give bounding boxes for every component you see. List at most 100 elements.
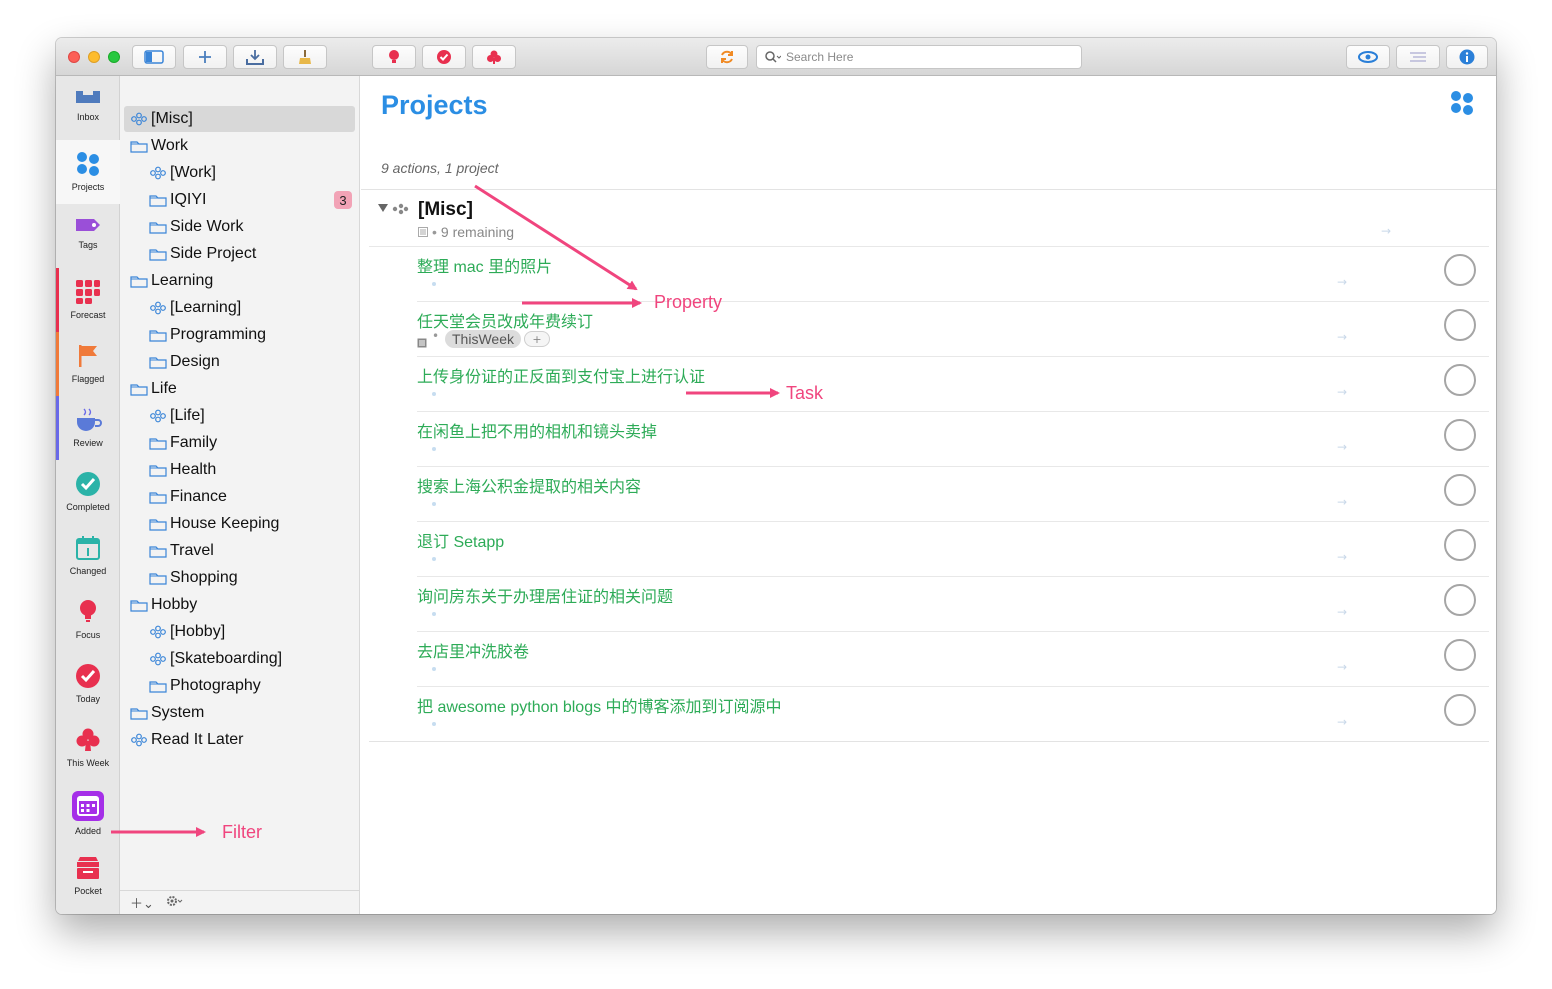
perspective-this-week[interactable]: This Week [56, 716, 120, 780]
outline-toggle-button[interactable] [1396, 45, 1440, 69]
task-row[interactable]: 上传身份证的正反面到支付宝上进行认证 → [417, 357, 1489, 412]
task-row[interactable]: 搜索上海公积金提取的相关内容 → [417, 467, 1489, 522]
sidebar-item[interactable]: [Learning] [124, 295, 355, 321]
perspective-tags[interactable]: Tags [56, 204, 120, 268]
sidebar-item[interactable]: Design [124, 349, 355, 375]
sidebar-item[interactable]: System [124, 700, 355, 726]
task-row[interactable]: 整理 mac 里的照片 → [417, 247, 1489, 302]
task-arrow-icon[interactable]: → [1337, 385, 1347, 399]
sidebar-item[interactable]: [Hobby] [124, 619, 355, 645]
sidebar-item[interactable]: Side Work [124, 214, 355, 240]
sidebar-item[interactable]: Learning [124, 268, 355, 294]
sidebar-item[interactable]: Travel [124, 538, 355, 564]
task-title[interactable]: 去店里冲洗胶卷 [417, 638, 529, 662]
perspective-projects[interactable]: Projects [56, 140, 120, 204]
sidebar-item[interactable]: Shopping [124, 565, 355, 591]
sidebar-toggle-button[interactable] [132, 45, 176, 69]
sidebar-item[interactable]: Photography [124, 673, 355, 699]
sidebar-item-label: Finance [170, 488, 227, 505]
perspective-today[interactable]: Today [56, 652, 120, 716]
task-row[interactable]: 询问房东关于办理居住证的相关问题 → [417, 577, 1489, 632]
focus-toolbar-button[interactable] [372, 45, 416, 69]
project-arrow-icon[interactable]: → [1381, 224, 1391, 238]
task-arrow-icon[interactable]: → [1337, 330, 1347, 344]
task-row[interactable]: 退订 Setapp → [417, 522, 1489, 577]
task-checkbox[interactable] [1444, 474, 1476, 506]
sidebar-item[interactable]: [Work] [124, 160, 355, 186]
task-arrow-icon[interactable]: → [1337, 605, 1347, 619]
sidebar-item[interactable]: [Misc] [124, 106, 355, 132]
sidebar-item[interactable]: Read It Later [124, 727, 355, 753]
task-arrow-icon[interactable]: → [1337, 275, 1347, 289]
perspective-forecast[interactable]: Forecast [56, 268, 120, 332]
task-checkbox[interactable] [1444, 364, 1476, 396]
view-options-button[interactable] [1346, 45, 1390, 69]
perspective-completed[interactable]: Completed [56, 460, 120, 524]
disclosure-triangle-icon[interactable] [378, 204, 388, 213]
task-title[interactable]: 询问房东关于办理居住证的相关问题 [417, 583, 673, 607]
task-checkbox[interactable] [1444, 639, 1476, 671]
clean-up-button[interactable] [283, 45, 327, 69]
zoom-window-button[interactable] [108, 51, 120, 63]
task-checkbox[interactable] [1444, 529, 1476, 561]
sidebar-item[interactable]: [Life] [124, 403, 355, 429]
task-checkbox[interactable] [1444, 254, 1476, 286]
perspective-focus[interactable]: Focus [56, 588, 120, 652]
perspective-inbox[interactable]: Inbox [56, 76, 120, 140]
task-arrow-icon[interactable]: → [1337, 550, 1347, 564]
task-arrow-icon[interactable]: → [1337, 495, 1347, 509]
task-title[interactable]: 退订 Setapp [417, 528, 504, 552]
add-menu-button[interactable]: ＋⌄ [130, 893, 154, 912]
folder-icon-wrap [149, 355, 167, 369]
task-checkbox[interactable] [1444, 584, 1476, 616]
search-input[interactable] [786, 50, 1066, 64]
task-arrow-icon[interactable]: → [1337, 660, 1347, 674]
perspective-flagged[interactable]: Flagged [56, 332, 120, 396]
perspective-changed[interactable]: Changed [56, 524, 120, 588]
task-title[interactable]: 把 awesome python blogs 中的博客添加到订阅源中 [417, 693, 782, 717]
sync-button[interactable] [706, 45, 748, 69]
sidebar-item[interactable]: Family [124, 430, 355, 456]
task-row[interactable]: 任天堂会员改成年费续订 • ThisWeek + → [417, 302, 1489, 357]
sidebar-item[interactable]: House Keeping [124, 511, 355, 537]
task-title[interactable]: 上传身份证的正反面到支付宝上进行认证 [417, 363, 705, 387]
task-title[interactable]: 搜索上海公积金提取的相关内容 [417, 473, 641, 497]
sidebar-item[interactable]: Health [124, 457, 355, 483]
close-window-button[interactable] [68, 51, 80, 63]
tag-pill[interactable]: ThisWeek [445, 330, 521, 348]
task-title[interactable]: 任天堂会员改成年费续订 [417, 308, 593, 332]
add-tag-button[interactable]: + [524, 331, 550, 347]
task-checkbox[interactable] [1444, 309, 1476, 341]
this-week-toolbar-button[interactable] [472, 45, 516, 69]
today-toolbar-button[interactable] [422, 45, 466, 69]
minimize-window-button[interactable] [88, 51, 100, 63]
inspector-button[interactable] [1446, 45, 1488, 69]
perspective-review[interactable]: Review [56, 396, 120, 460]
task-arrow-icon[interactable]: → [1337, 715, 1347, 729]
sidebar-item[interactable]: Life [124, 376, 355, 402]
project-icon [150, 166, 166, 180]
perspective-added[interactable]: Added [56, 780, 120, 844]
today-check-icon [437, 50, 451, 64]
task-arrow-icon[interactable]: → [1337, 440, 1347, 454]
settings-menu-button[interactable] [166, 895, 184, 911]
quick-entry-button[interactable] [233, 45, 277, 69]
task-title[interactable]: 在闲鱼上把不用的相机和镜头卖掉 [417, 418, 657, 442]
sidebar-item[interactable]: Finance [124, 484, 355, 510]
project-title[interactable]: [Misc] [418, 199, 473, 221]
task-checkbox[interactable] [1444, 694, 1476, 726]
search-field[interactable] [756, 45, 1082, 69]
sidebar-item[interactable]: [Skateboarding] [124, 646, 355, 672]
new-item-button[interactable] [183, 45, 227, 69]
task-row[interactable]: 在闲鱼上把不用的相机和镜头卖掉 → [417, 412, 1489, 467]
task-title[interactable]: 整理 mac 里的照片 [417, 253, 552, 277]
sidebar-item[interactable]: IQIYI 3 [124, 187, 355, 213]
perspective-pocket[interactable]: Pocket [56, 844, 120, 908]
sidebar-item[interactable]: Side Project [124, 241, 355, 267]
sidebar-item[interactable]: Hobby [124, 592, 355, 618]
task-checkbox[interactable] [1444, 419, 1476, 451]
sidebar-item[interactable]: Programming [124, 322, 355, 348]
sidebar-item[interactable]: Work [124, 133, 355, 159]
task-row[interactable]: 把 awesome python blogs 中的博客添加到订阅源中 → [417, 687, 1489, 742]
task-row[interactable]: 去店里冲洗胶卷 → [417, 632, 1489, 687]
